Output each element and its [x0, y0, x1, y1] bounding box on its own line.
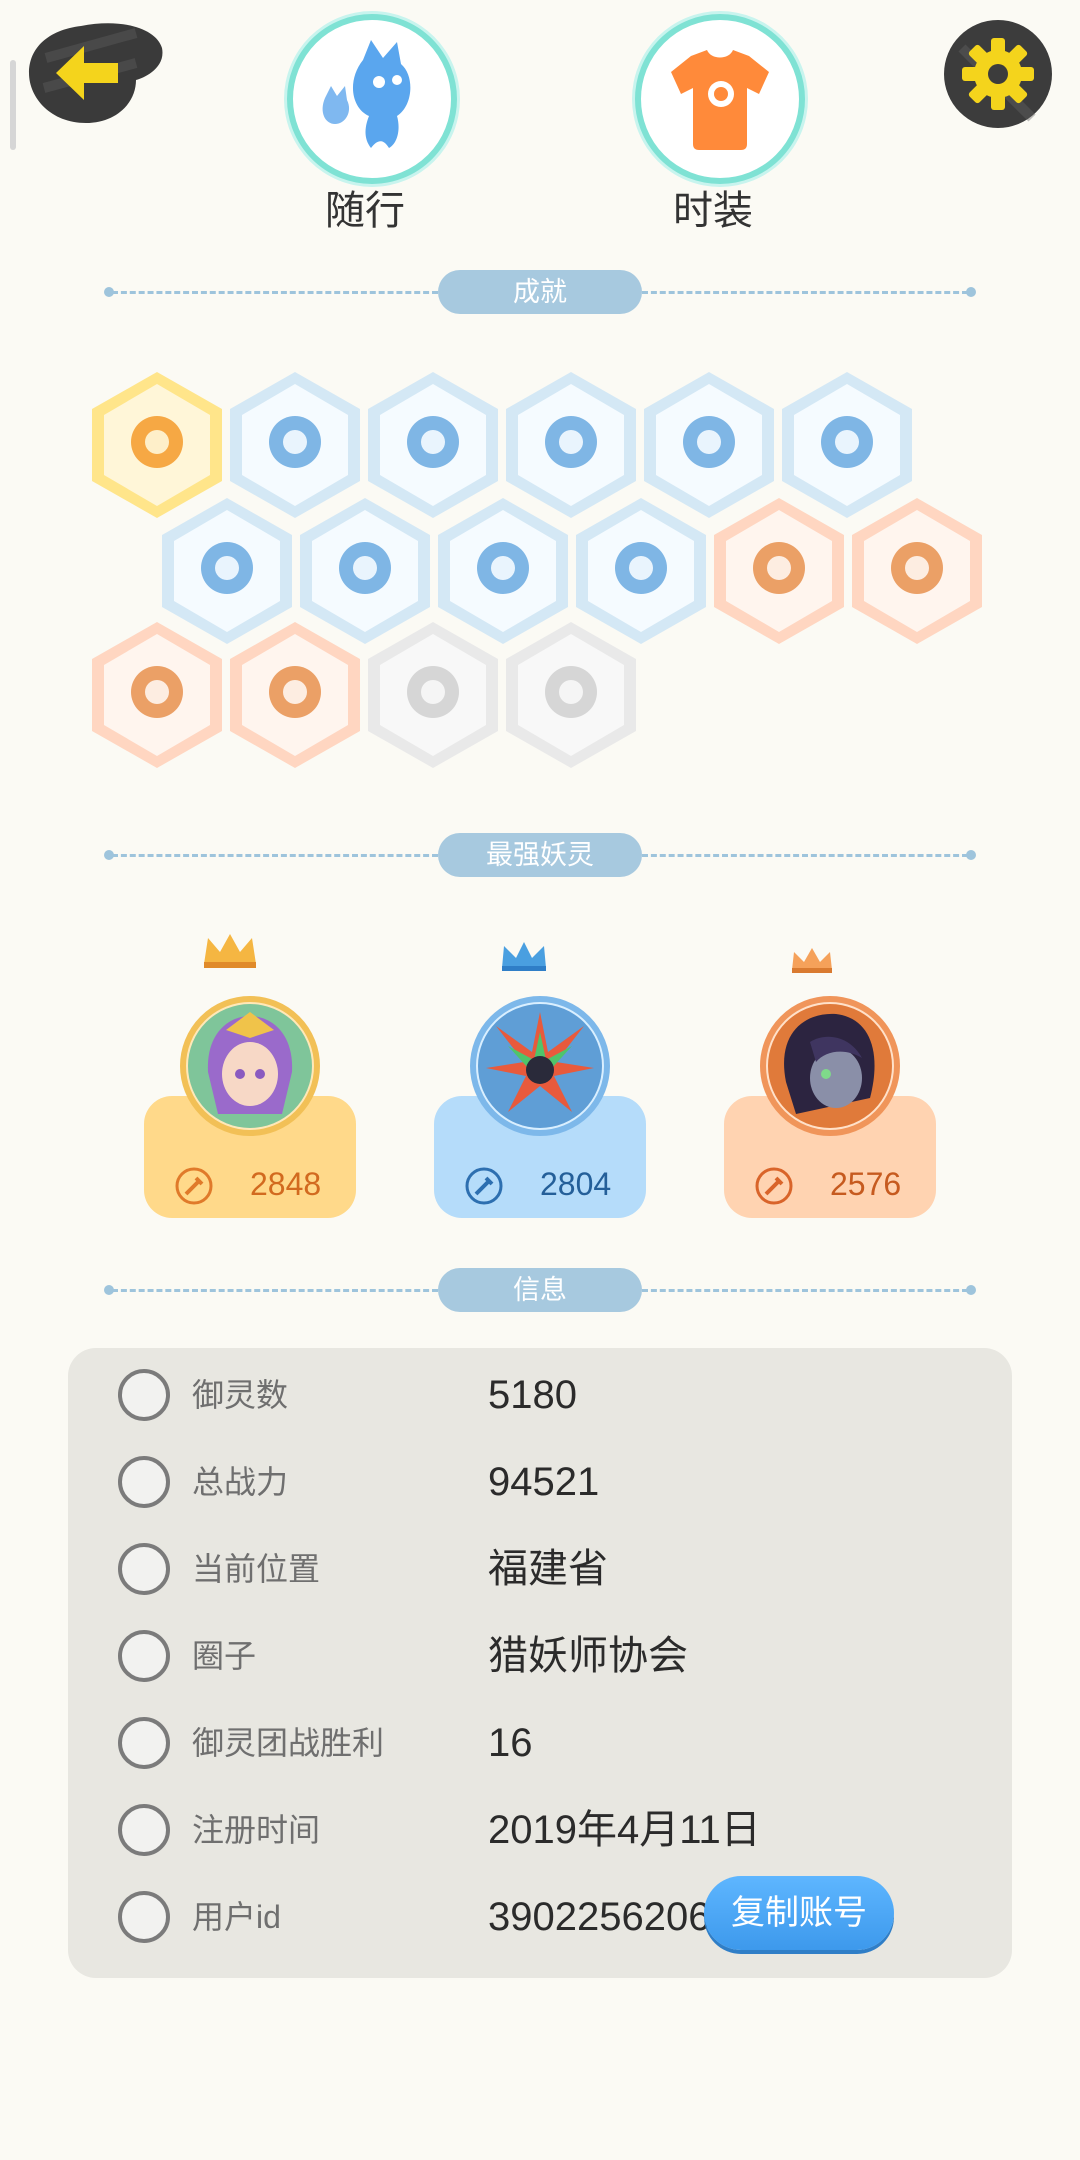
dragon-wave-badge-icon	[506, 622, 636, 768]
divider-line	[112, 291, 438, 294]
back-button[interactable]	[26, 18, 166, 128]
demon-statue-badge-icon	[92, 622, 222, 768]
tshirt-icon	[671, 50, 769, 150]
divider-line	[642, 854, 968, 857]
achievement-badge[interactable]	[850, 496, 984, 646]
champion-avatar-1	[180, 996, 320, 1136]
id-card-icon	[118, 1891, 170, 1943]
fashion-button[interactable]	[635, 14, 805, 184]
companion-button[interactable]	[287, 14, 457, 184]
info-value: 猎妖师协会	[488, 1634, 688, 1678]
info-value: 2019年4月11日	[488, 1808, 761, 1852]
info-value: 福建省	[488, 1547, 608, 1591]
scroll-indicator	[10, 60, 16, 150]
champion-power-2: 2804	[540, 1166, 612, 1202]
divider-line	[112, 854, 438, 857]
twin-spirits-badge-icon	[230, 622, 360, 768]
info-row-team-wins: 御灵团战胜利 16	[68, 1700, 1012, 1786]
orange-crown-icon	[782, 938, 842, 978]
achievement-badge[interactable]	[228, 620, 362, 770]
circle-target-icon	[118, 1630, 170, 1682]
copy-account-button[interactable]: 复制账号	[704, 1876, 894, 1950]
blue-crown-icon	[494, 934, 554, 974]
spirit-count-icon	[118, 1369, 170, 1421]
divider-line	[642, 291, 968, 294]
achievement-badge[interactable]	[366, 620, 500, 770]
champion-power-1: 2848	[250, 1166, 322, 1202]
sword-icon	[118, 1456, 170, 1508]
info-label: 用户id	[192, 1899, 281, 1935]
sword-power-icon	[175, 1167, 213, 1205]
divider-dot	[966, 850, 976, 860]
champion-avatar-2	[470, 996, 610, 1136]
info-section-title: 信息	[438, 1268, 642, 1312]
info-row-circle: 圈子 猎妖师协会	[68, 1613, 1012, 1699]
companion-spirit-icon	[322, 40, 411, 148]
info-row-register-time: 注册时间 2019年4月11日	[68, 1787, 1012, 1873]
info-value: 39022562065	[488, 1895, 733, 1939]
info-value: 16	[488, 1721, 533, 1765]
achievement-badge[interactable]	[90, 620, 224, 770]
achievement-badge[interactable]	[712, 496, 846, 646]
gear-icon	[944, 20, 1052, 128]
fashion-label: 时装	[673, 189, 753, 233]
divider-dot	[966, 1285, 976, 1295]
info-label: 注册时间	[192, 1812, 321, 1848]
info-label: 总战力	[192, 1464, 289, 1500]
divider-line	[112, 1289, 438, 1292]
moon-sun-badge-icon	[714, 498, 844, 644]
achievement-badge[interactable]	[504, 620, 638, 770]
crystal-egg-badge-icon	[852, 498, 982, 644]
trophy-sword-icon	[118, 1717, 170, 1769]
info-row-location: 当前位置 福建省	[68, 1526, 1012, 1612]
divider-dot	[966, 287, 976, 297]
info-value: 94521	[488, 1460, 600, 1504]
achievements-section-title: 成就	[438, 270, 642, 314]
back-arrow-icon	[29, 23, 163, 123]
clock-icon	[118, 1804, 170, 1856]
location-pin-icon	[118, 1543, 170, 1595]
info-label: 当前位置	[192, 1551, 321, 1587]
info-label: 圈子	[192, 1638, 257, 1674]
gold-crown-icon	[200, 930, 260, 970]
info-row-total-power: 总战力 94521	[68, 1439, 1012, 1525]
champion-power-3: 2576	[830, 1166, 902, 1202]
info-row-spirit-count: 御灵数 5180	[68, 1352, 1012, 1438]
info-label: 御灵团战胜利	[192, 1725, 385, 1761]
strongest-section-title: 最强妖灵	[438, 833, 642, 877]
companion-label: 随行	[325, 189, 405, 233]
sword-power-icon	[465, 1167, 503, 1205]
champion-avatar-3	[760, 996, 900, 1136]
sword-power-icon	[755, 1167, 793, 1205]
info-label: 御灵数	[192, 1377, 289, 1413]
cart-badge-icon	[368, 622, 498, 768]
divider-line	[642, 1289, 968, 1292]
info-value: 5180	[488, 1373, 577, 1417]
settings-button[interactable]	[942, 18, 1054, 130]
